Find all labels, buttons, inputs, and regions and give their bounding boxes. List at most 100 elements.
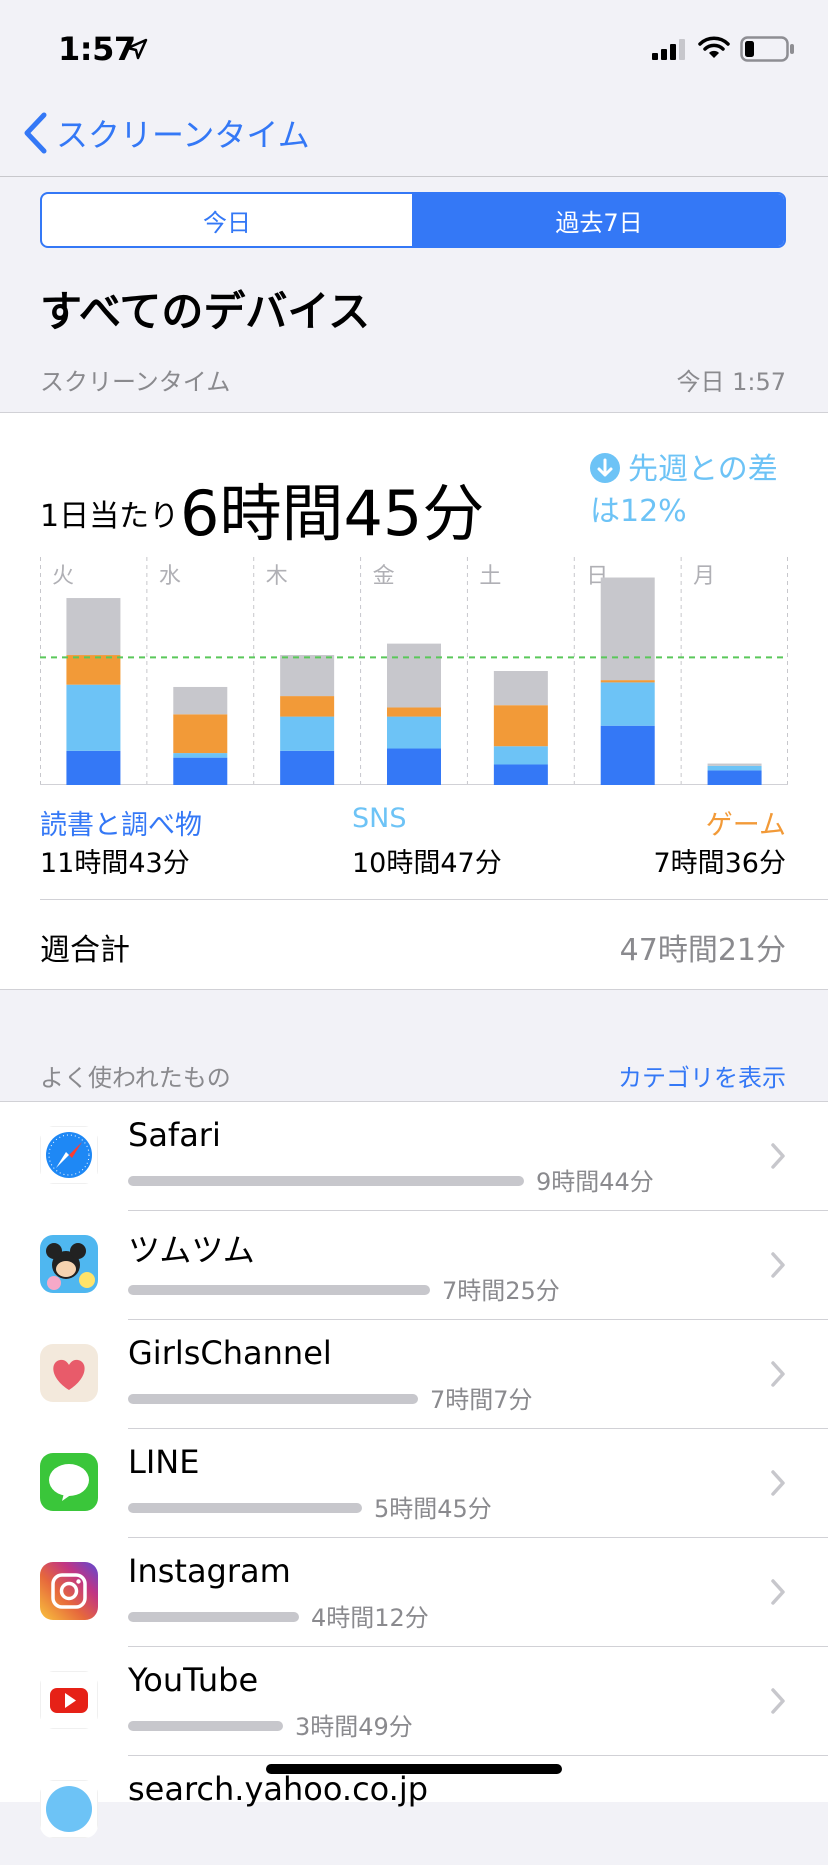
card-divider — [40, 899, 828, 900]
chart-bar-segment — [280, 696, 335, 717]
usage-chart: 火水木金土日月 — [40, 557, 788, 785]
chart-bar-segment — [707, 770, 762, 785]
screen-time-card: 1日当たり 6時間45分 先週との差は12% 火水木金土日月 読書と調べ物 11… — [0, 412, 828, 990]
period-segmented-control: 今日 過去7日 — [40, 192, 786, 248]
chart-bar-segment — [600, 577, 655, 681]
chart-bar-segment — [493, 705, 548, 747]
chart-bar-segment — [493, 764, 548, 785]
chart-bar-segment — [66, 750, 121, 785]
back-button[interactable]: スクリーンタイム — [22, 108, 310, 158]
chevron-right-icon — [771, 1579, 785, 1605]
daily-average-label: 1日当たり — [40, 499, 180, 534]
device-title: すべてのデバイス — [40, 287, 371, 336]
usage-time: 4時間12分 — [311, 1604, 429, 1632]
arrow-down-circle-icon — [590, 453, 620, 483]
chart-bar-segment — [600, 680, 655, 683]
usage-bar — [128, 1503, 362, 1513]
chart-bar-segment — [600, 725, 655, 785]
app-row-girlschannel[interactable]: GirlsChannel 7時間7分 — [0, 1320, 828, 1429]
chart-bar-segment — [280, 716, 335, 751]
yahoo-icon — [40, 1780, 98, 1838]
chart-bar-segment — [66, 684, 121, 751]
usage-bar — [128, 1285, 430, 1295]
chevron-left-icon — [24, 112, 47, 154]
app-row-line[interactable]: LINE 5時間45分 — [0, 1429, 828, 1538]
chart-day-label: 月 — [693, 564, 715, 589]
chart-day-label: 水 — [159, 564, 181, 589]
status-time: 1:57 — [58, 30, 136, 68]
nav-divider — [0, 176, 828, 177]
usage-time: 7時間25分 — [442, 1277, 560, 1305]
weekly-total-label: 週合計 — [40, 933, 130, 968]
chart-day-label: 金 — [373, 564, 395, 589]
chart-bar-segment — [387, 748, 441, 785]
instagram-icon — [40, 1562, 98, 1620]
usage-time: 5時間45分 — [374, 1495, 492, 1523]
chart-bar-segment — [387, 643, 441, 708]
app-name: search.yahoo.co.jp — [128, 1770, 429, 1808]
tsumtsum-icon — [40, 1235, 98, 1293]
app-list: Safari 9時間44分 ツムツム 7時間25分 GirlsChannel 7… — [0, 1101, 828, 1838]
battery-icon — [740, 36, 794, 62]
home-indicator — [266, 1764, 562, 1774]
category-sns-name: SNS — [352, 803, 407, 834]
app-row-tsumtsum[interactable]: ツムツム 7時間25分 — [0, 1211, 828, 1320]
week-difference: 先週との差は12% — [590, 449, 800, 533]
last-updated: 今日 1:57 — [676, 368, 786, 396]
chart-bar-segment — [173, 757, 228, 785]
chart-bar-segment — [600, 682, 655, 726]
category-sns-value: 10時間47分 — [352, 848, 502, 879]
app-name: ツムツム — [128, 1231, 255, 1269]
app-name: Safari — [128, 1116, 221, 1154]
app-name: YouTube — [128, 1661, 259, 1699]
chart-day-label: 土 — [479, 564, 501, 589]
category-game-name: ゲーム — [705, 810, 786, 841]
category-reading-value: 11時間43分 — [40, 848, 190, 879]
app-row-youtube[interactable]: YouTube 3時間49分 — [0, 1647, 828, 1756]
chart-bar-segment — [707, 763, 762, 766]
chevron-right-icon — [771, 1361, 785, 1387]
usage-bar — [128, 1612, 299, 1622]
usage-time: 9時間44分 — [536, 1168, 654, 1196]
girlschannel-icon — [40, 1344, 98, 1402]
most-used-label: よく使われたもの — [40, 1064, 231, 1092]
chart-bar-segment — [280, 750, 335, 785]
usage-bar — [128, 1394, 418, 1404]
chart-bar-segment — [66, 598, 121, 656]
chart-bar-segment — [66, 655, 121, 685]
segment-last-7-days[interactable]: 過去7日 — [414, 194, 784, 246]
cellular-signal-icon — [652, 39, 685, 60]
chart-bar-segment — [173, 714, 228, 754]
chart-bar-segment — [280, 655, 335, 697]
usage-bar — [128, 1721, 283, 1731]
category-reading-name: 読書と調べ物 — [40, 810, 202, 841]
app-row-instagram[interactable]: Instagram 4時間12分 — [0, 1538, 828, 1647]
segment-today[interactable]: 今日 — [42, 194, 414, 246]
app-name: Instagram — [128, 1552, 291, 1590]
app-row-safari[interactable]: Safari 9時間44分 — [0, 1102, 828, 1211]
chart-bar-segment — [707, 765, 762, 771]
chevron-right-icon — [771, 1688, 785, 1714]
weekly-total-value: 47時間21分 — [619, 933, 786, 968]
safari-icon — [40, 1126, 98, 1184]
chevron-right-icon — [771, 1143, 785, 1169]
back-button-label: スクリーンタイム — [56, 116, 310, 154]
show-categories-link[interactable]: カテゴリを表示 — [618, 1058, 786, 1093]
youtube-icon — [40, 1671, 98, 1729]
chart-bar-segment — [173, 753, 228, 758]
wifi-icon — [698, 36, 730, 58]
section-label: スクリーンタイム — [40, 368, 231, 396]
chevron-right-icon — [771, 1470, 785, 1496]
usage-bar — [128, 1176, 524, 1186]
app-name: GirlsChannel — [128, 1334, 332, 1372]
chevron-right-icon — [771, 1252, 785, 1278]
line-icon — [40, 1453, 98, 1511]
daily-average-value: 6時間45分 — [180, 477, 485, 550]
usage-time: 7時間7分 — [430, 1386, 533, 1414]
location-arrow-icon — [126, 38, 148, 60]
chart-bar-segment — [493, 671, 548, 706]
chart-bar-segment — [387, 716, 441, 749]
chart-bar-segment — [173, 686, 228, 715]
chart-day-label: 木 — [266, 564, 288, 589]
chart-bar-segment — [387, 707, 441, 717]
